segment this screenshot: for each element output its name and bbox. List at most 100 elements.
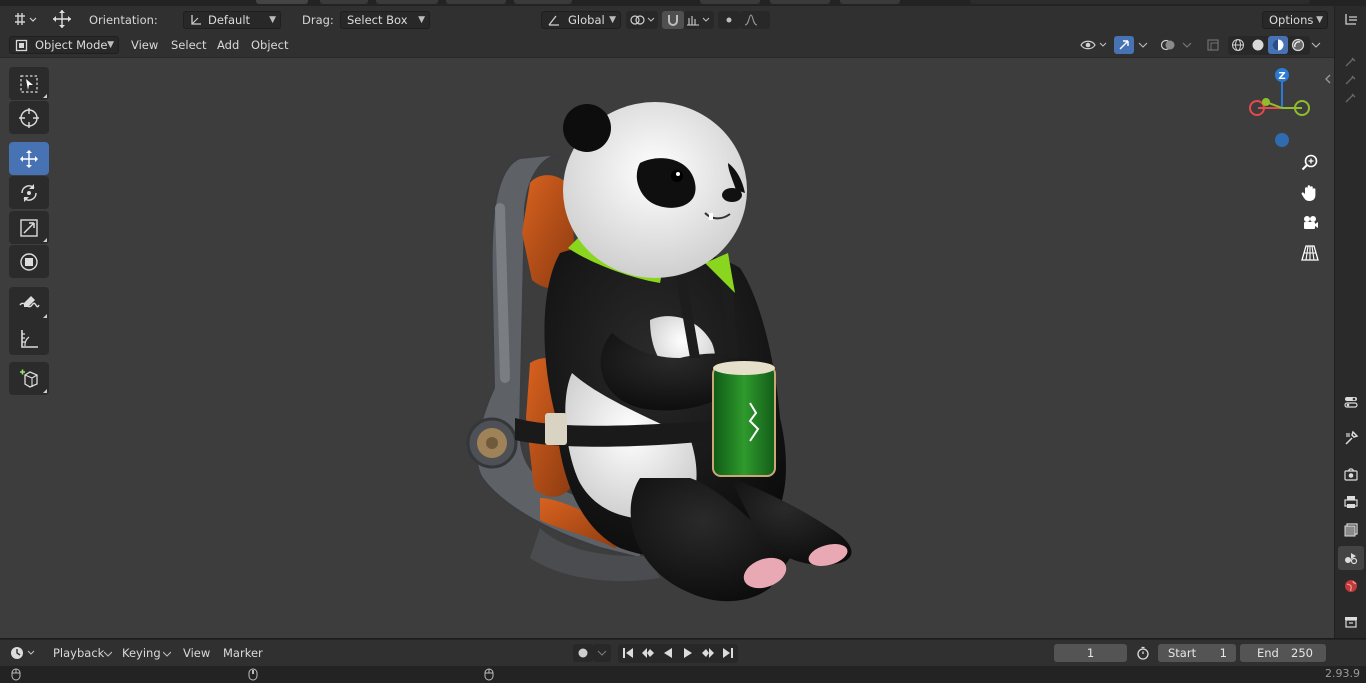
overlays-toggle[interactable]: [1158, 36, 1178, 54]
rendered-shading-button[interactable]: [1288, 36, 1308, 54]
tab-world[interactable]: [1338, 574, 1364, 598]
gizmo-dropdown[interactable]: [1134, 36, 1152, 54]
material-preview-button[interactable]: [1268, 36, 1288, 54]
drag-dropdown[interactable]: Select Box ▼: [340, 11, 430, 29]
chevron-down-icon: [597, 650, 607, 656]
annotate-tool[interactable]: [9, 287, 49, 320]
active-tool-move-icon[interactable]: [50, 8, 74, 30]
workspace-tab[interactable]: [376, 0, 438, 4]
sidebar-toggle-arrow[interactable]: [1322, 72, 1334, 86]
pivot-point-dropdown[interactable]: [626, 11, 658, 29]
pivot-point-icon: [630, 15, 655, 25]
status-bar: 2.93.9: [0, 666, 1366, 683]
overlays-icon: [1160, 39, 1175, 51]
transform-icon: [20, 252, 38, 271]
measure-icon: [21, 329, 38, 348]
menu-select[interactable]: Select: [171, 38, 206, 52]
menu-marker[interactable]: Marker: [223, 646, 263, 660]
cursor-tool[interactable]: [9, 101, 49, 134]
outliner-icon: [1345, 14, 1357, 25]
tab-scene[interactable]: [1338, 546, 1364, 570]
proportional-editing-toggle[interactable]: [718, 11, 740, 29]
start-value: 1: [1219, 646, 1227, 660]
workspace-tab[interactable]: [700, 0, 760, 4]
mouse-middle-icon: [248, 668, 258, 681]
gizmo-neg-y-axis[interactable]: [1262, 98, 1270, 106]
options-dropdown[interactable]: Options ▼: [1262, 11, 1328, 29]
tab-output[interactable]: [1338, 490, 1364, 514]
menu-view[interactable]: View: [183, 646, 210, 660]
menu-keying[interactable]: Keying: [122, 646, 161, 660]
editor-type-button[interactable]: [10, 10, 40, 28]
chevron-down-icon: ▼: [609, 15, 616, 25]
tab-view-layer[interactable]: [1338, 518, 1364, 542]
overlays-dropdown[interactable]: [1178, 36, 1196, 54]
workspace-tab[interactable]: [320, 0, 368, 4]
end-frame-field[interactable]: End 250: [1240, 644, 1326, 662]
auto-keying-toggle[interactable]: [573, 644, 593, 662]
tab-render[interactable]: [1338, 462, 1364, 486]
gizmo-icon: [1119, 40, 1129, 50]
perspective-toggle-button[interactable]: [1296, 239, 1324, 267]
keying-set-dropdown[interactable]: [593, 644, 611, 662]
preview-range-toggle[interactable]: [1133, 644, 1153, 662]
solid-sphere-icon: [1252, 39, 1264, 51]
properties-tabs-column: [1334, 6, 1366, 638]
scale-tool[interactable]: [9, 211, 49, 244]
transform-tool[interactable]: [9, 245, 49, 278]
workspace-tab[interactable]: [770, 0, 830, 4]
navigation-gizmo[interactable]: Z: [1240, 63, 1320, 153]
wireframe-shading-button[interactable]: [1228, 36, 1248, 54]
gizmo-neg-z-axis[interactable]: [1275, 133, 1289, 147]
menu-playback[interactable]: Playback: [53, 646, 104, 660]
start-label: Start: [1168, 646, 1197, 660]
current-frame-field[interactable]: 1: [1054, 644, 1127, 662]
shading-dropdown[interactable]: [1308, 36, 1324, 54]
menu-object[interactable]: Object: [251, 38, 288, 52]
3d-viewport[interactable]: Z: [0, 58, 1334, 638]
scene-icon: [1345, 553, 1358, 565]
workspace-tab[interactable]: [446, 0, 506, 4]
outliner-display-button[interactable]: [1338, 8, 1364, 32]
xray-toggle[interactable]: [1203, 36, 1223, 54]
jump-to-start-button[interactable]: [618, 644, 638, 662]
move-tool[interactable]: [9, 142, 49, 175]
snap-toggle[interactable]: [662, 11, 684, 29]
next-keyframe-button[interactable]: [698, 644, 718, 662]
snap-target-dropdown[interactable]: [684, 11, 714, 29]
record-icon: [578, 648, 588, 658]
start-frame-field[interactable]: Start 1: [1158, 644, 1236, 662]
tool-variants-indicator: [43, 238, 47, 242]
timeline-editor-type-button[interactable]: [8, 644, 40, 662]
orientation-dropdown[interactable]: Default ▼: [183, 11, 281, 29]
gizmo-toggle[interactable]: [1114, 36, 1134, 54]
visibility-dropdown[interactable]: [1078, 36, 1110, 54]
chevron-down-icon: [1182, 42, 1192, 48]
rotate-tool[interactable]: [9, 176, 49, 209]
play-button[interactable]: [678, 644, 698, 662]
add-cube-tool[interactable]: [9, 362, 49, 395]
falloff-dropdown[interactable]: [740, 11, 770, 29]
play-reverse-button[interactable]: [658, 644, 678, 662]
workspace-tab[interactable]: [514, 0, 572, 4]
tool-variants-indicator: [43, 314, 47, 318]
camera-view-button[interactable]: [1296, 209, 1324, 237]
pan-button[interactable]: [1296, 179, 1324, 207]
select-box-tool[interactable]: [9, 67, 49, 100]
solid-shading-button[interactable]: [1248, 36, 1268, 54]
workspace-tab[interactable]: [840, 0, 900, 4]
mode-dropdown[interactable]: Object Mode ▼: [9, 36, 119, 54]
menu-view[interactable]: View: [131, 38, 158, 52]
properties-editor-button[interactable]: [1338, 390, 1364, 414]
jump-to-end-button[interactable]: [718, 644, 738, 662]
mode-value: Object Mode: [35, 38, 108, 52]
workspace-tab-active[interactable]: [256, 0, 308, 4]
tab-collection[interactable]: [1338, 610, 1364, 634]
menu-add[interactable]: Add: [217, 38, 239, 52]
workspace-tab-bar-right: [970, 0, 1310, 4]
zoom-button[interactable]: [1296, 149, 1324, 177]
tab-tool[interactable]: [1338, 426, 1364, 450]
transform-orientation-dropdown[interactable]: Global ▼: [541, 11, 621, 29]
measure-tool[interactable]: [9, 322, 49, 355]
previous-keyframe-button[interactable]: [638, 644, 658, 662]
